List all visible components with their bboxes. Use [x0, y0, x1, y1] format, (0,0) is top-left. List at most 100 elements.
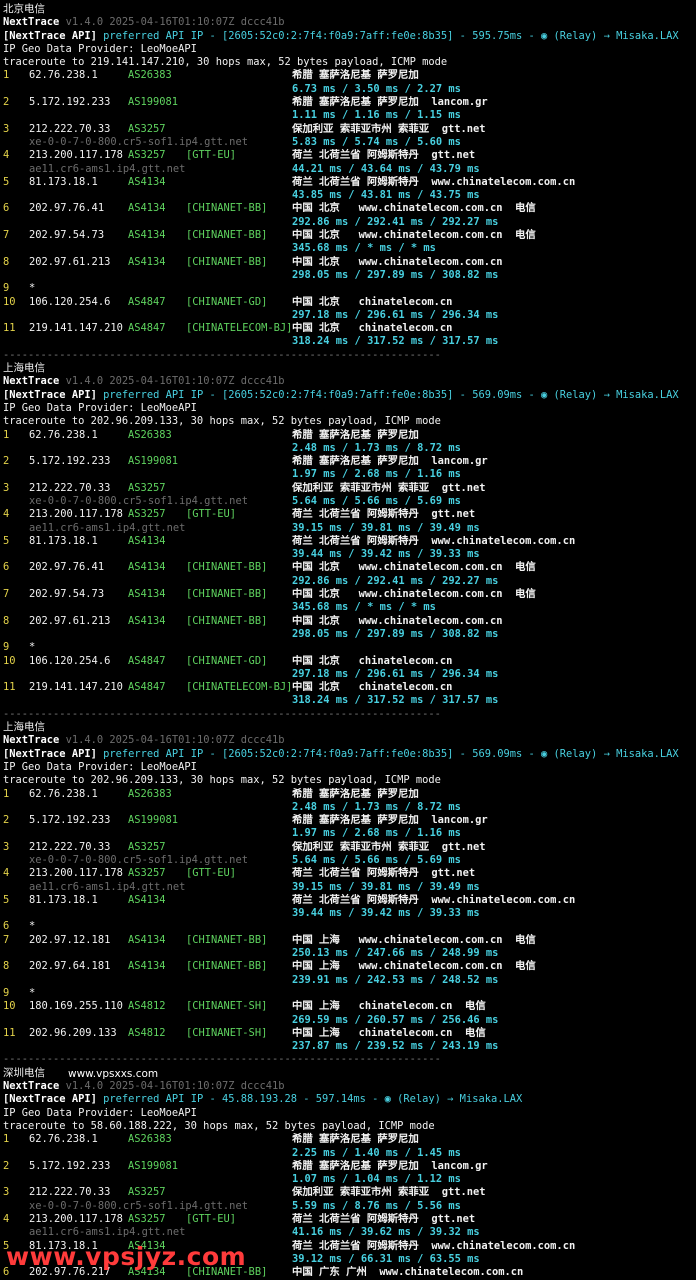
hop-geo: 中国 北京 www.chinatelecom.com.cn 电信	[292, 229, 536, 242]
section-title-text: 上海电信	[3, 721, 45, 734]
traceroute-text: traceroute to 202.96.209.133, 30 hops ma…	[3, 774, 441, 787]
hop-asn: AS26383	[128, 787, 172, 800]
hop-ip: 212.222.70.33	[29, 481, 111, 494]
hop-ptr: xe-0-0-7-0-800.cr5-sof1.ip4.gtt.net	[29, 494, 248, 507]
hop-ptr: ae11.cr6-ams1.ip4.gtt.net	[29, 880, 186, 893]
hop-asn: AS3257	[128, 1186, 166, 1199]
hop-tag: [GTT-EU]	[186, 1213, 237, 1226]
nexttrace-label: NextTrace	[3, 375, 60, 388]
separator-line: ----------------------------------------…	[3, 349, 693, 362]
traceroute-text: traceroute to 58.60.188.222, 30 hops max…	[3, 1119, 435, 1132]
hop-number: 4	[3, 1213, 10, 1226]
hop-ip: 5.172.192.233	[29, 814, 111, 827]
section-title: 上海电信	[3, 362, 693, 375]
hop-ip: 62.76.238.1	[29, 787, 98, 800]
hop-geo: 荷兰 北荷兰省 阿姆斯特丹 www.chinatelecom.com.cn	[292, 175, 576, 188]
hop-latency: 5.59 ms / 8.76 ms / 5.56 ms	[292, 1199, 461, 1212]
hop-detail-row: 239.91 ms / 242.53 ms / 248.52 ms	[3, 974, 693, 987]
hop-row: 3 212.222.70.33 AS3257 保加利亚 索菲亚市州 索菲亚 gtt.n…	[3, 841, 693, 854]
hop-detail-row: 43.85 ms / 43.81 ms / 43.75 ms	[3, 189, 693, 202]
provider-text: IP Geo Data Provider: LeoMoeAPI	[3, 42, 197, 55]
hop-row: 10 106.120.254.6 AS4847 [CHINANET-GD] 中国 北京 …	[3, 655, 693, 668]
hop-detail-row: 2.25 ms / 1.40 ms / 1.45 ms	[3, 1147, 693, 1160]
hop-latency: 298.05 ms / 297.89 ms / 308.82 ms	[292, 627, 499, 640]
hop-ip: 81.173.18.1	[29, 893, 98, 906]
hop-row: 10 180.169.255.110 AS4812 [CHINANET-SH] 中国 上…	[3, 1000, 693, 1013]
provider-text: IP Geo Data Provider: LeoMoeAPI	[3, 401, 197, 414]
hop-ip: 213.200.117.178	[29, 1213, 123, 1226]
hop-number: 8	[3, 960, 10, 973]
hop-asn: AS4134	[128, 614, 166, 627]
version-text: v1.4.0 2025-04-16T01:10:07Z dccc41b	[65, 1080, 285, 1093]
hop-geo: 中国 北京 www.chinatelecom.com.cn 电信	[292, 561, 536, 574]
hop-asn: AS3257	[128, 1213, 166, 1226]
hop-detail-row: 2.48 ms / 1.73 ms / 8.72 ms	[3, 801, 693, 814]
hop-ip: 213.200.117.178	[29, 867, 123, 880]
hop-latency: 1.11 ms / 1.16 ms / 1.15 ms	[292, 109, 461, 122]
hop-geo: 希腊 塞萨洛尼基 萨罗尼加 lancom.gr	[292, 455, 488, 468]
hop-latency: 2.25 ms / 1.40 ms / 1.45 ms	[292, 1146, 461, 1159]
version-text: v1.4.0 2025-04-16T01:10:07Z dccc41b	[65, 734, 285, 747]
hop-row: 2 5.172.192.233 AS199081 希腊 塞萨洛尼基 萨罗尼加 lanc…	[3, 1160, 693, 1173]
hop-asn: AS3257	[128, 840, 166, 853]
nexttrace-version-line: NextTrace v1.4.0 2025-04-16T01:10:07Z dc…	[3, 734, 693, 747]
hop-row: 9 *	[3, 641, 693, 654]
hop-number: 1	[3, 787, 10, 800]
hop-geo: 荷兰 北荷兰省 阿姆斯特丹 www.chinatelecom.com.cn	[292, 534, 576, 547]
hop-ip: *	[29, 920, 36, 933]
section-title: 上海电信	[3, 721, 693, 734]
hop-detail-row: xe-0-0-7-0-800.cr5-sof1.ip4.gtt.net 5.64 …	[3, 495, 693, 508]
watermark: www.vpsjyz.com	[6, 1242, 247, 1271]
hop-tag: [GTT-EU]	[186, 149, 237, 162]
hop-ip: 202.96.209.133	[29, 1026, 117, 1039]
hop-geo: 中国 北京 chinatelecom.cn	[292, 322, 453, 335]
api-label: [NextTrace API]	[3, 747, 97, 760]
separator: ----------------------------------------…	[3, 707, 441, 720]
hop-row: 6 202.97.76.41 AS4134 [CHINANET-BB] 中国 北京 ww…	[3, 202, 693, 215]
hop-geo: 荷兰 北荷兰省 阿姆斯特丹 www.chinatelecom.com.cn	[292, 1239, 576, 1252]
hop-geo: 中国 北京 www.chinatelecom.com.cn	[292, 614, 503, 627]
site-label: www.vpsxxs.com	[68, 1068, 159, 1080]
hop-detail-row: ae11.cr6-ams1.ip4.gtt.net 39.15 ms / 39.8…	[3, 522, 693, 535]
hop-latency: 5.83 ms / 5.74 ms / 5.60 ms	[292, 135, 461, 148]
hop-geo: 中国 北京 chinatelecom.cn	[292, 654, 453, 667]
hop-latency: 345.68 ms / * ms / * ms	[292, 601, 436, 614]
hop-ip: 213.200.117.178	[29, 149, 123, 162]
hop-number: 3	[3, 1186, 10, 1199]
hop-latency: 5.64 ms / 5.66 ms / 5.69 ms	[292, 854, 461, 866]
hop-detail-row: 318.24 ms / 317.52 ms / 317.57 ms	[3, 335, 693, 348]
hop-detail-row: 269.59 ms / 260.57 ms / 256.46 ms	[3, 1014, 693, 1027]
hop-geo: 荷兰 北荷兰省 阿姆斯特丹 gtt.net	[292, 867, 476, 880]
version-text: v1.4.0 2025-04-16T01:10:07Z dccc41b	[65, 16, 285, 29]
hop-asn: AS4847	[128, 295, 166, 308]
hop-latency: 44.21 ms / 43.64 ms / 43.79 ms	[292, 162, 480, 175]
api-text: preferred API IP - 45.88.193.28 - 597.14…	[103, 1093, 523, 1106]
hop-row: 5 81.173.18.1 AS4134 荷兰 北荷兰省 阿姆斯特丹 www.chin…	[3, 894, 693, 907]
hop-detail-row: ae11.cr6-ams1.ip4.gtt.net 44.21 ms / 43.6…	[3, 163, 693, 176]
hop-ptr: ae11.cr6-ams1.ip4.gtt.net	[29, 521, 186, 534]
hop-asn: AS4134	[128, 229, 166, 242]
hop-row: 3 212.222.70.33 AS3257 保加利亚 索菲亚市州 索菲亚 gtt.n…	[3, 482, 693, 495]
hop-latency: 39.12 ms / 66.31 ms / 63.55 ms	[292, 1252, 480, 1265]
hop-detail-row: 292.86 ms / 292.41 ms / 292.27 ms	[3, 216, 693, 229]
hop-latency: 2.48 ms / 1.73 ms / 8.72 ms	[292, 441, 461, 454]
hop-row: 7 202.97.54.73 AS4134 [CHINANET-BB] 中国 北京 ww…	[3, 229, 693, 242]
traceroute-line: traceroute to 219.141.147.210, 30 hops m…	[3, 56, 693, 69]
hop-ip: 219.141.147.210	[29, 322, 123, 335]
hop-ip: 81.173.18.1	[29, 175, 98, 188]
hop-geo: 中国 北京 chinatelecom.cn	[292, 295, 453, 308]
hop-detail-row: 6.73 ms / 3.50 ms / 2.27 ms	[3, 83, 693, 96]
hop-row: 8 202.97.61.213 AS4134 [CHINANET-BB] 中国 北京 w…	[3, 615, 693, 628]
hop-detail-row: 297.18 ms / 296.61 ms / 296.34 ms	[3, 309, 693, 322]
hop-asn: AS26383	[128, 428, 172, 441]
hop-asn: AS199081	[128, 1159, 179, 1172]
hop-asn: AS4847	[128, 322, 166, 335]
hop-asn: AS4134	[128, 588, 166, 601]
nexttrace-label: NextTrace	[3, 16, 60, 29]
hop-latency: 292.86 ms / 292.41 ms / 292.27 ms	[292, 215, 499, 228]
hop-number: 9	[3, 986, 10, 999]
nexttrace-version-line: NextTrace v1.4.0 2025-04-16T01:10:07Z dc…	[3, 375, 693, 388]
hop-number: 3	[3, 481, 10, 494]
hop-tag: [CHINANET-BB]	[186, 588, 268, 601]
hop-latency: 1.07 ms / 1.04 ms / 1.12 ms	[292, 1173, 461, 1186]
